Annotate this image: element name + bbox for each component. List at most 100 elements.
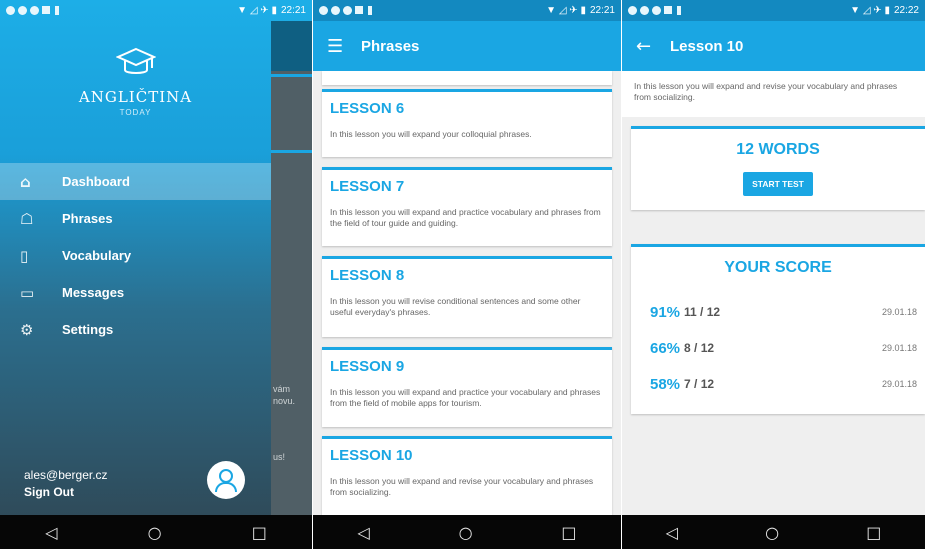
menu-item-label: Settings [62, 322, 114, 337]
signal-icons: ▼ ◿ ✈ ▮ [237, 5, 277, 16]
page-title: Lesson 10 [670, 37, 744, 55]
notification-icons [628, 6, 681, 15]
clock: 22:22 [893, 5, 919, 16]
score-date: 29.01.18 [881, 307, 917, 317]
brand-subtitle: TODAY [119, 108, 152, 117]
scrim-text-fragment: us! [273, 452, 286, 462]
navigation-drawer: ANGLIČTINA TODAY ⌂ Dashboard ☖ Phrases ▯… [0, 21, 271, 515]
lesson-title: LESSON 9 [330, 358, 405, 375]
score-percent: 66% [650, 339, 681, 357]
gear-icon: ⚙ [20, 320, 34, 339]
status-bar: ▼ ◿ ✈ ▮ 22:21 [313, 0, 621, 21]
lesson-card[interactable]: LESSON 9 In this lesson you will expand … [322, 347, 612, 427]
system-navbar: ◁ ○ □ [0, 515, 312, 549]
lesson-detail-screen: ▼ ◿ ✈ ▮ 22:22 ← Lesson 10 In this lesson… [622, 0, 925, 549]
score-date: 29.01.18 [881, 343, 917, 353]
system-navbar: ◁ ○ □ [313, 515, 621, 549]
menu-item-messages[interactable]: ▭ Messages [0, 274, 271, 311]
lesson-card[interactable]: LESSON 6 In this lesson you will expand … [322, 89, 612, 157]
menu-item-label: Phrases [62, 211, 113, 226]
score-date: 29.01.18 [881, 379, 917, 389]
lesson-card[interactable]: LESSON 8 In this lesson you will revise … [322, 256, 612, 337]
avatar[interactable] [207, 461, 245, 499]
lesson-description: In this lesson you will expand and revis… [330, 476, 594, 497]
clock: 22:21 [280, 5, 306, 16]
page-title: Phrases [361, 37, 420, 55]
menu-item-label: Messages [62, 285, 125, 300]
status-bar: ▼ ◿ ✈ ▮ 22:21 [0, 0, 312, 21]
lesson-title: LESSON 6 [330, 100, 405, 117]
start-test-button[interactable]: START TEST [743, 172, 813, 196]
lesson-description: In this lesson you will revise condition… [330, 296, 581, 317]
app-bar: ☰ Phrases [313, 21, 621, 71]
hamburger-menu-icon[interactable]: ☰ [327, 36, 361, 57]
home-circle-icon[interactable]: ○ [459, 523, 473, 542]
word-count: 12 WORDS [736, 141, 820, 158]
clock: 22:21 [589, 5, 615, 16]
scrim-card-edge [271, 150, 312, 153]
score-count: 8 / 12 [684, 341, 715, 355]
recents-square-icon[interactable]: □ [866, 523, 881, 542]
house-icon: ⌂ [20, 172, 31, 191]
lesson-card-partial[interactable] [322, 71, 612, 85]
signal-icons: ▼ ◿ ✈ ▮ [546, 5, 586, 16]
scrim-overlay[interactable] [271, 21, 312, 515]
scrim-card-edge [271, 74, 312, 77]
app-bar: ← Lesson 10 [622, 21, 925, 71]
lesson-card[interactable]: LESSON 7 In this lesson you will expand … [322, 167, 612, 246]
back-triangle-icon[interactable]: ◁ [45, 523, 57, 542]
lesson-title: LESSON 10 [330, 447, 413, 464]
back-triangle-icon[interactable]: ◁ [666, 523, 678, 542]
lesson-description: In this lesson you will expand and pract… [330, 207, 601, 228]
lesson-description: In this lesson you will expand and pract… [330, 387, 601, 408]
graduation-cap-icon [115, 47, 156, 74]
notification-icons [6, 6, 59, 15]
sign-out-link[interactable]: Sign Out [24, 485, 108, 499]
user-icon [219, 469, 233, 483]
menu-item-phrases[interactable]: ☖ Phrases [0, 200, 271, 237]
scrim-text-fragment: novu. [273, 396, 296, 406]
recents-square-icon[interactable]: □ [252, 523, 267, 542]
words-card: 12 WORDS START TEST [631, 126, 925, 210]
scrim-appbar [271, 21, 312, 71]
back-triangle-icon[interactable]: ◁ [357, 523, 369, 542]
lesson-description: In this lesson you will expand and revis… [622, 71, 925, 117]
score-percent: 58% [650, 375, 681, 393]
menu-item-label: Vocabulary [62, 248, 132, 263]
menu-item-dashboard[interactable]: ⌂ Dashboard [0, 163, 271, 200]
chat-board-icon: ☖ [20, 209, 34, 228]
drawer-menu: ⌂ Dashboard ☖ Phrases ▯ Vocabulary ▭ Mes… [0, 163, 271, 348]
score-row: 91% 11 / 12 29.01.18 [650, 302, 917, 322]
score-percent: 91% [650, 303, 681, 321]
brand-name: ANGLIČTINA [78, 88, 193, 106]
message-icon: ▭ [20, 283, 35, 302]
book-icon: ▯ [20, 246, 29, 265]
menu-item-settings[interactable]: ⚙ Settings [0, 311, 271, 348]
app-logo: ANGLIČTINA TODAY [0, 45, 271, 117]
notification-icons [319, 6, 372, 15]
phrases-screen: ▼ ◿ ✈ ▮ 22:21 ☰ Phrases LESSON 6 In this… [313, 0, 621, 549]
score-row: 66% 8 / 12 29.01.18 [650, 338, 917, 358]
account-info: ales@berger.cz Sign Out [24, 468, 108, 499]
account-email: ales@berger.cz [24, 468, 108, 482]
score-card: YOUR SCORE 91% 11 / 12 29.01.18 66% 8 / … [631, 244, 925, 414]
lesson-content: In this lesson you will expand and revis… [622, 71, 925, 515]
back-arrow-icon[interactable]: ← [636, 36, 670, 57]
system-navbar: ◁ ○ □ [622, 515, 925, 549]
lesson-title: LESSON 7 [330, 178, 405, 195]
home-circle-icon[interactable]: ○ [148, 523, 162, 542]
scrim-text-fragment: vám [273, 384, 291, 394]
menu-item-label: Dashboard [62, 174, 130, 189]
lesson-list[interactable]: LESSON 6 In this lesson you will expand … [313, 71, 621, 515]
status-bar: ▼ ◿ ✈ ▮ 22:22 [622, 0, 925, 21]
lesson-card[interactable]: LESSON 10 In this lesson you will expand… [322, 436, 612, 515]
score-count: 7 / 12 [684, 377, 715, 391]
recents-square-icon[interactable]: □ [561, 523, 576, 542]
score-heading: YOUR SCORE [724, 259, 832, 276]
score-row: 58% 7 / 12 29.01.18 [650, 374, 917, 394]
menu-item-vocabulary[interactable]: ▯ Vocabulary [0, 237, 271, 274]
signal-icons: ▼ ◿ ✈ ▮ [850, 5, 890, 16]
lesson-title: LESSON 8 [330, 267, 405, 284]
home-circle-icon[interactable]: ○ [765, 523, 779, 542]
drawer-screen: vám novu. us! ▼ ◿ ✈ ▮ 22:21 ANGLIČTINA T… [0, 0, 312, 549]
